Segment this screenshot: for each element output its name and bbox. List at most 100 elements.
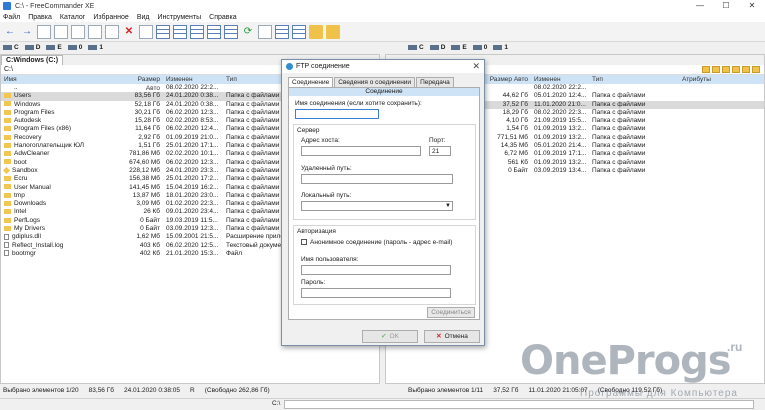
drive-1-button[interactable]: 1 (493, 44, 508, 51)
drive-e-button[interactable]: E (451, 44, 467, 51)
file-date: 09.01.2020 23:4... (166, 208, 219, 216)
toolbar: ← → ✕ ⟳ (0, 22, 765, 42)
anonymous-checkbox[interactable] (301, 239, 307, 245)
file-size: 14,35 Мб (500, 142, 528, 150)
file-size: 4,10 Гб (506, 117, 528, 125)
col-modified[interactable]: Изменен (163, 75, 223, 84)
ftp-icon[interactable] (37, 24, 51, 39)
tab-connection-info[interactable]: Сведения о соединении (334, 77, 416, 87)
folder-icon (4, 159, 11, 165)
refresh-icon[interactable]: ⟳ (241, 25, 255, 39)
menu-edit[interactable]: Правка (28, 14, 52, 21)
edit-file-icon[interactable] (105, 24, 119, 39)
folder-icon[interactable] (742, 66, 750, 73)
cancel-button[interactable]: ✕ Отмена (424, 330, 480, 343)
ok-button[interactable]: ✔ OK (362, 330, 418, 343)
file-date: 21.09.2019 15:5... (534, 117, 587, 125)
drive-icon (429, 44, 439, 50)
view-columns-icon[interactable] (207, 24, 221, 39)
col-type[interactable]: Тип (589, 75, 679, 84)
file-size: 403 Кб (139, 241, 160, 249)
connect-button[interactable]: Соединиться (427, 307, 475, 318)
drive-d-button[interactable]: D (24, 44, 40, 51)
view-thumbnails-icon[interactable] (190, 24, 204, 39)
port-label: Порт: (429, 137, 446, 144)
title-bar: C:\ - FreeCommander XE — ☐ ✕ (0, 0, 765, 12)
file-name: Intel (1, 208, 121, 216)
file-size: 674,60 Мб (129, 158, 160, 166)
file-size: 0 Байт (140, 216, 160, 224)
maximize-button[interactable]: ☐ (713, 0, 739, 12)
folder-icon (4, 151, 11, 157)
folder-icon[interactable] (722, 66, 730, 73)
conn-name-input[interactable] (295, 109, 379, 119)
move-icon[interactable] (71, 24, 85, 39)
col-size[interactable]: Размер Авто (121, 75, 163, 92)
drive-icon (493, 44, 503, 50)
layout-icon[interactable] (292, 24, 306, 39)
tab-connection[interactable]: Соединение (288, 77, 334, 87)
menu-folder[interactable]: Каталог (60, 14, 85, 21)
menu-tools[interactable]: Инструменты (157, 14, 201, 21)
back-arrow-icon[interactable]: ← (3, 25, 17, 39)
file-size: 6,72 Мб (504, 150, 528, 158)
view-icons-icon[interactable] (224, 24, 238, 39)
username-label: Имя пользователя: (301, 256, 359, 263)
port-input[interactable]: 21 (429, 146, 451, 156)
password-input[interactable] (301, 288, 451, 298)
folder-icon[interactable] (732, 66, 740, 73)
copy-icon[interactable] (54, 24, 68, 39)
folder-icon (4, 101, 11, 107)
dialog-close-icon[interactable]: ✕ (472, 61, 480, 72)
remote-path-input[interactable] (301, 174, 453, 184)
minimize-button[interactable]: — (687, 0, 713, 12)
file-size (121, 84, 163, 92)
col-attributes[interactable]: Атрибуты (679, 75, 739, 84)
drive-c-button[interactable]: C (408, 44, 424, 51)
delete-icon[interactable]: ✕ (122, 25, 136, 39)
local-path-select[interactable]: ▼ (301, 201, 453, 211)
file-type: Папка с файлами (592, 133, 646, 141)
menu-favorites[interactable]: Избранное (93, 14, 128, 21)
properties-icon[interactable] (139, 24, 153, 39)
file-type (589, 84, 679, 92)
file-size (486, 84, 531, 92)
new-file-icon[interactable] (88, 24, 102, 39)
file-date: 03.09.2019 13:4... (534, 166, 587, 174)
folder-icon[interactable] (702, 66, 710, 73)
host-input[interactable] (301, 146, 421, 156)
col-name[interactable]: Имя (1, 75, 121, 84)
left-status-bar: Выбрано элементов 1/20 83,56 Гб 24.01.20… (3, 387, 270, 394)
tab-windows-c[interactable]: C:Windows (C:) (1, 55, 64, 65)
menu-view[interactable]: Вид (137, 14, 150, 21)
file-date: 11.01.2020 21:0... (534, 100, 586, 108)
drive-0-button[interactable]: 0 (67, 44, 82, 51)
view-details-icon[interactable] (156, 24, 170, 39)
username-input[interactable] (301, 265, 451, 275)
folder-icon[interactable] (752, 66, 760, 73)
view-list-icon[interactable] (173, 24, 187, 39)
drive-0-button[interactable]: 0 (472, 44, 487, 51)
file-name: Program Files (1, 109, 121, 117)
drive-e-button[interactable]: E (46, 44, 62, 51)
drive-c-button[interactable]: C (3, 44, 19, 51)
filter-icon[interactable] (275, 24, 289, 39)
compare-icon[interactable] (258, 24, 272, 39)
favorites-folder-icon[interactable] (326, 24, 340, 39)
drive-d-button[interactable]: D (429, 44, 445, 51)
file-name: tmp (1, 192, 121, 200)
file-date: 19.03.2019 11:5... (166, 216, 218, 224)
folder-icon[interactable] (712, 66, 720, 73)
file-name: gdiplus.dll (1, 233, 121, 241)
col-size[interactable]: Размер Авто (486, 75, 531, 84)
file-date: 08.02.2020 22:3... (534, 108, 587, 116)
menu-file[interactable]: Файл (3, 14, 20, 21)
close-window-button[interactable]: ✕ (739, 0, 765, 12)
settings-icon[interactable] (309, 24, 323, 39)
file-date: 01.09.2019 21:0... (166, 133, 219, 141)
forward-arrow-icon[interactable]: → (20, 25, 34, 39)
menu-help[interactable]: Справка (209, 14, 236, 21)
drive-1-button[interactable]: 1 (88, 44, 103, 51)
tab-transfer[interactable]: Передача (416, 77, 454, 87)
col-modified[interactable]: Изменен (531, 75, 589, 84)
